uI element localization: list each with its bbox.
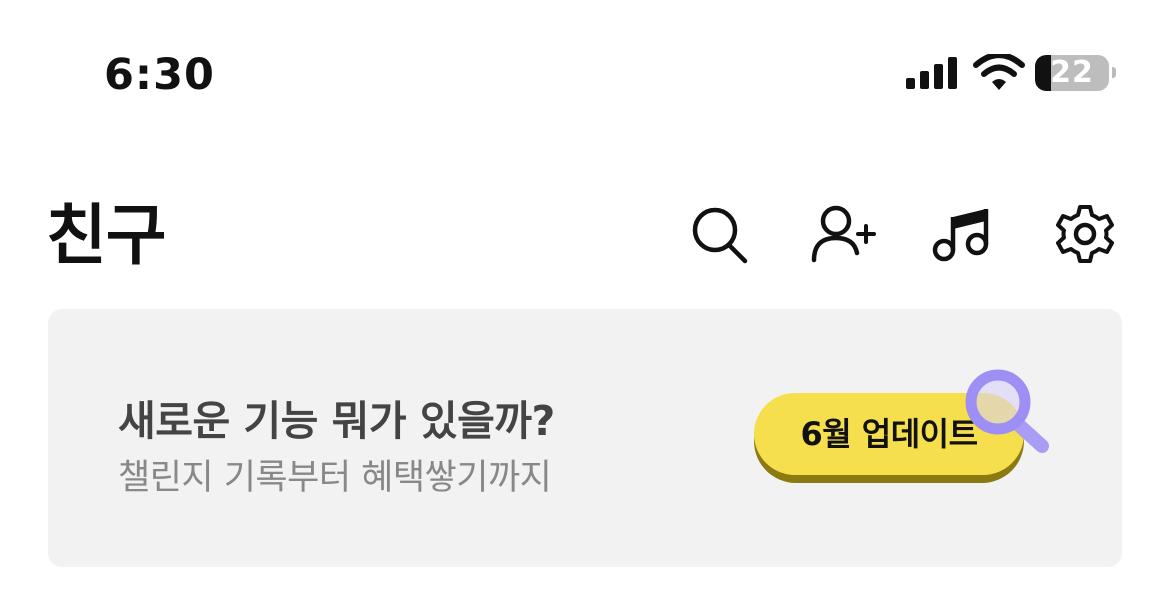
magnifier-icon <box>965 369 1049 453</box>
settings-icon <box>1056 205 1114 263</box>
wifi-icon <box>973 54 1025 90</box>
music-icon <box>932 209 989 262</box>
status-time: 6:30 <box>104 50 215 100</box>
status-icons: 22 <box>905 54 1125 94</box>
settings-button[interactable] <box>1054 203 1116 265</box>
page-title: 친구 <box>46 197 166 274</box>
battery-cap <box>1112 67 1116 78</box>
search-icon <box>692 207 748 264</box>
cellular-signal-icon <box>906 57 957 89</box>
update-banner[interactable]: 새로운 기능 뭐가 있을까? 챌린지 기록부터 혜택쌓기까지 6월 업데이트 <box>48 309 1122 567</box>
music-button[interactable] <box>930 203 992 265</box>
banner-title: 새로운 기능 뭐가 있을까? <box>118 397 555 445</box>
add-friend-button[interactable] <box>810 203 876 265</box>
add-friend-icon <box>811 205 876 263</box>
battery-icon: 22 <box>1035 55 1109 91</box>
battery-level: 22 <box>1050 55 1094 90</box>
search-button[interactable] <box>688 203 750 265</box>
banner-subtitle: 챌린지 기록부터 혜택쌓기까지 <box>118 458 552 498</box>
